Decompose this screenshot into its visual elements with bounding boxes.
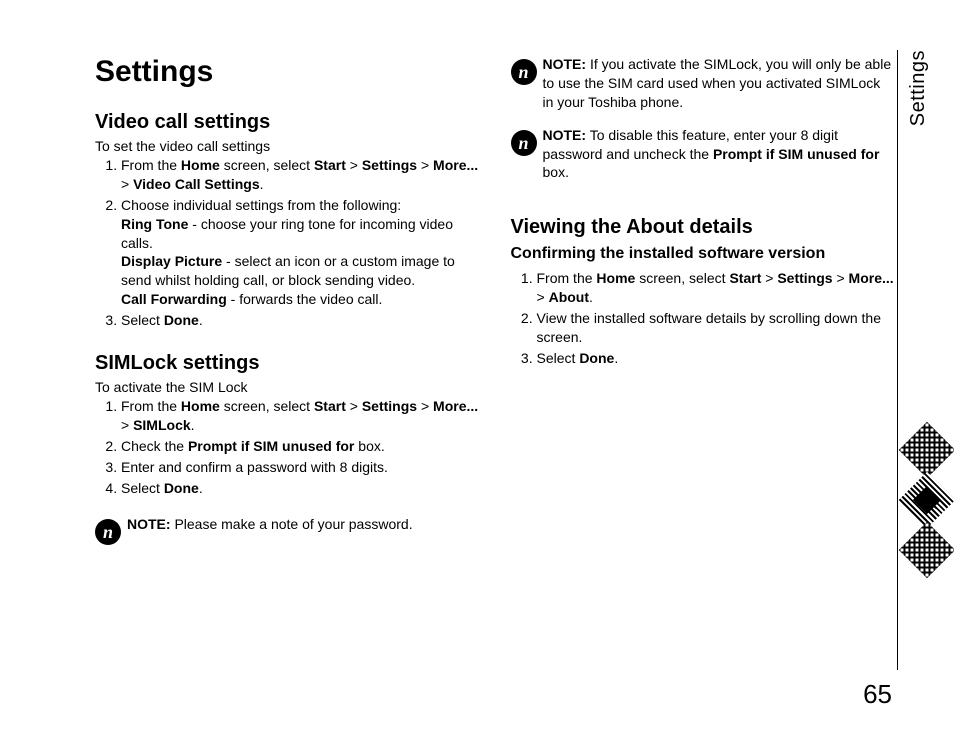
right-column: n NOTE: If you activate the SIMLock, you… bbox=[511, 55, 895, 580]
heading-video-call: Video call settings bbox=[95, 111, 479, 134]
note-icon: n bbox=[511, 130, 537, 156]
note-text: NOTE: Please make a note of your passwor… bbox=[127, 515, 479, 534]
left-column: Settings Video call settings To set the … bbox=[95, 55, 479, 580]
heading-simlock: SIMLock settings bbox=[95, 352, 479, 375]
steps-video-call: From the Home screen, select Start > Set… bbox=[95, 156, 479, 330]
note-icon: n bbox=[95, 519, 121, 545]
side-tab-label: Settings bbox=[907, 50, 930, 126]
subheading-about: Confirming the installed software versio… bbox=[511, 245, 895, 263]
note-simlock-activate: n NOTE: If you activate the SIMLock, you… bbox=[511, 55, 895, 112]
heading-about: Viewing the About details bbox=[511, 216, 895, 239]
page-number: 65 bbox=[863, 679, 892, 710]
list-item: View the installed software details by s… bbox=[537, 309, 895, 347]
list-item: Select Done. bbox=[121, 479, 479, 498]
diamond-icon bbox=[899, 472, 954, 529]
list-item: Check the Prompt if SIM unused for box. bbox=[121, 437, 479, 456]
intro-simlock: To activate the SIM Lock bbox=[95, 379, 479, 395]
list-item: From the Home screen, select Start > Set… bbox=[121, 156, 479, 194]
diamond-icon bbox=[899, 422, 954, 479]
intro-video-call: To set the video call settings bbox=[95, 138, 479, 154]
list-item: From the Home screen, select Start > Set… bbox=[121, 397, 479, 435]
list-item: From the Home screen, select Start > Set… bbox=[537, 269, 895, 307]
note-simlock-disable: n NOTE: To disable this feature, enter y… bbox=[511, 126, 895, 183]
steps-about: From the Home screen, select Start > Set… bbox=[511, 269, 895, 367]
list-item: Choose individual settings from the foll… bbox=[121, 196, 479, 309]
note-password: n NOTE: Please make a note of your passw… bbox=[95, 515, 479, 545]
diamond-icon bbox=[899, 522, 954, 579]
list-item: Select Done. bbox=[121, 311, 479, 330]
note-icon: n bbox=[511, 59, 537, 85]
note-text: NOTE: If you activate the SIMLock, you w… bbox=[543, 55, 895, 112]
steps-simlock: From the Home screen, select Start > Set… bbox=[95, 397, 479, 497]
list-item: Enter and confirm a password with 8 digi… bbox=[121, 458, 479, 477]
decorative-thumb-index bbox=[900, 420, 954, 580]
page-title: Settings bbox=[95, 55, 479, 89]
note-text: NOTE: To disable this feature, enter you… bbox=[543, 126, 895, 183]
page-content: Settings Video call settings To set the … bbox=[0, 0, 954, 610]
side-divider bbox=[897, 50, 898, 670]
list-item: Select Done. bbox=[537, 349, 895, 368]
